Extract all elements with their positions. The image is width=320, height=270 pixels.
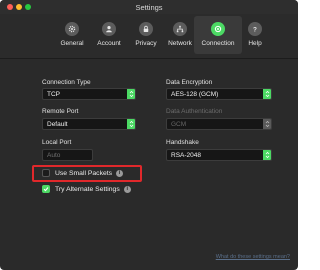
lock-icon (139, 22, 153, 36)
handshake-label: Handshake (166, 139, 199, 146)
connection-icon (211, 22, 225, 36)
tab-account-label: Account (97, 40, 121, 47)
tab-privacy-label: Privacy (135, 40, 157, 47)
settings-toolbar: General Account Privacy Network Connecti… (0, 14, 298, 59)
remote-port-select[interactable]: Default (42, 118, 136, 130)
remote-port-label: Remote Port (42, 108, 79, 115)
try-alternate-settings-label: Try Alternate Settings (55, 185, 120, 193)
chevron-updown-icon (263, 150, 271, 160)
try-alternate-settings-checkbox[interactable] (42, 185, 50, 193)
try-alternate-settings-row[interactable]: Try Alternate Settings i (42, 185, 131, 193)
minimize-window-button[interactable] (16, 4, 22, 10)
help-link[interactable]: What do these settings mean? (216, 254, 290, 260)
connection-type-label: Connection Type (42, 79, 91, 86)
settings-window: Settings General Account Privacy Network (0, 0, 298, 270)
data-authentication-label: Data Authentication (166, 108, 223, 115)
svg-text:?: ? (253, 26, 257, 33)
tab-general-label: General (60, 40, 84, 47)
local-port-label: Local Port (42, 139, 72, 146)
handshake-value: RSA-2048 (171, 152, 201, 159)
chevron-updown-icon (127, 89, 135, 99)
title-bar: Settings (0, 0, 298, 14)
data-authentication-select: GCM (166, 118, 272, 130)
window-title: Settings (135, 2, 163, 12)
data-encryption-select[interactable]: AES-128 (GCM) (166, 88, 272, 100)
data-encryption-value: AES-128 (GCM) (171, 91, 219, 98)
connection-type-select[interactable]: TCP (42, 88, 136, 100)
data-authentication-value: GCM (171, 121, 187, 128)
person-icon (102, 22, 116, 36)
close-window-button[interactable] (7, 4, 13, 10)
connection-type-value: TCP (47, 91, 60, 98)
tab-help-label: Help (248, 40, 262, 47)
local-port-input[interactable]: Auto (42, 149, 93, 161)
data-encryption-label: Data Encryption (166, 79, 213, 86)
question-icon: ? (248, 22, 262, 36)
chevron-updown-icon (263, 89, 271, 99)
network-icon (173, 22, 187, 36)
handshake-select[interactable]: RSA-2048 (166, 149, 272, 161)
tab-network-label: Network (168, 40, 192, 47)
tab-connection-label: Connection (201, 40, 235, 47)
info-icon[interactable]: i (123, 185, 131, 193)
zoom-window-button[interactable] (25, 4, 31, 10)
remote-port-value: Default (47, 121, 68, 128)
chevron-updown-icon (263, 119, 271, 129)
chevron-updown-icon (127, 119, 135, 129)
checkmark-icon (43, 187, 49, 192)
highlight-box (32, 165, 142, 182)
gear-icon (65, 22, 79, 36)
tab-help[interactable]: ? Help (232, 16, 278, 54)
local-port-placeholder: Auto (47, 152, 61, 159)
